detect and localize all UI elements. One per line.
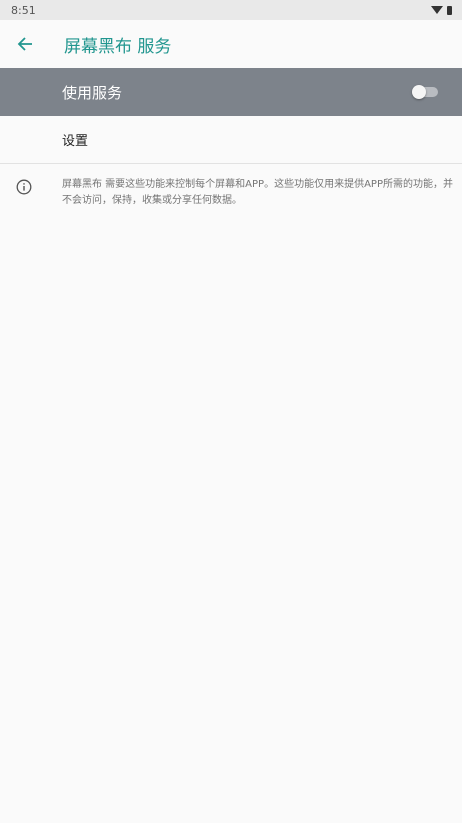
footer-text: 屏幕黑布 需要这些功能来控制每个屏幕和APP。这些功能仅用来提供APP所需的功能… — [62, 179, 453, 206]
arrow-back-icon — [17, 37, 32, 51]
app-bar: 屏幕黑布 服务 — [0, 20, 462, 68]
battery-icon — [447, 5, 452, 15]
back-button[interactable] — [0, 20, 48, 68]
wifi-icon — [431, 6, 443, 14]
page-title: 屏幕黑布 服务 — [64, 36, 172, 57]
status-icons — [431, 5, 452, 15]
use-service-label: 使用服务 — [62, 83, 123, 102]
toggle-thumb — [412, 85, 426, 99]
use-service-toggle[interactable] — [412, 85, 438, 99]
use-service-switch-row[interactable]: 使用服务 — [0, 68, 462, 116]
info-icon — [16, 179, 32, 195]
settings-label: 设置 — [62, 134, 89, 149]
status-time: 8:51 — [11, 3, 36, 17]
settings-item[interactable]: 设置 — [0, 116, 462, 164]
status-bar: 8:51 — [0, 0, 462, 20]
